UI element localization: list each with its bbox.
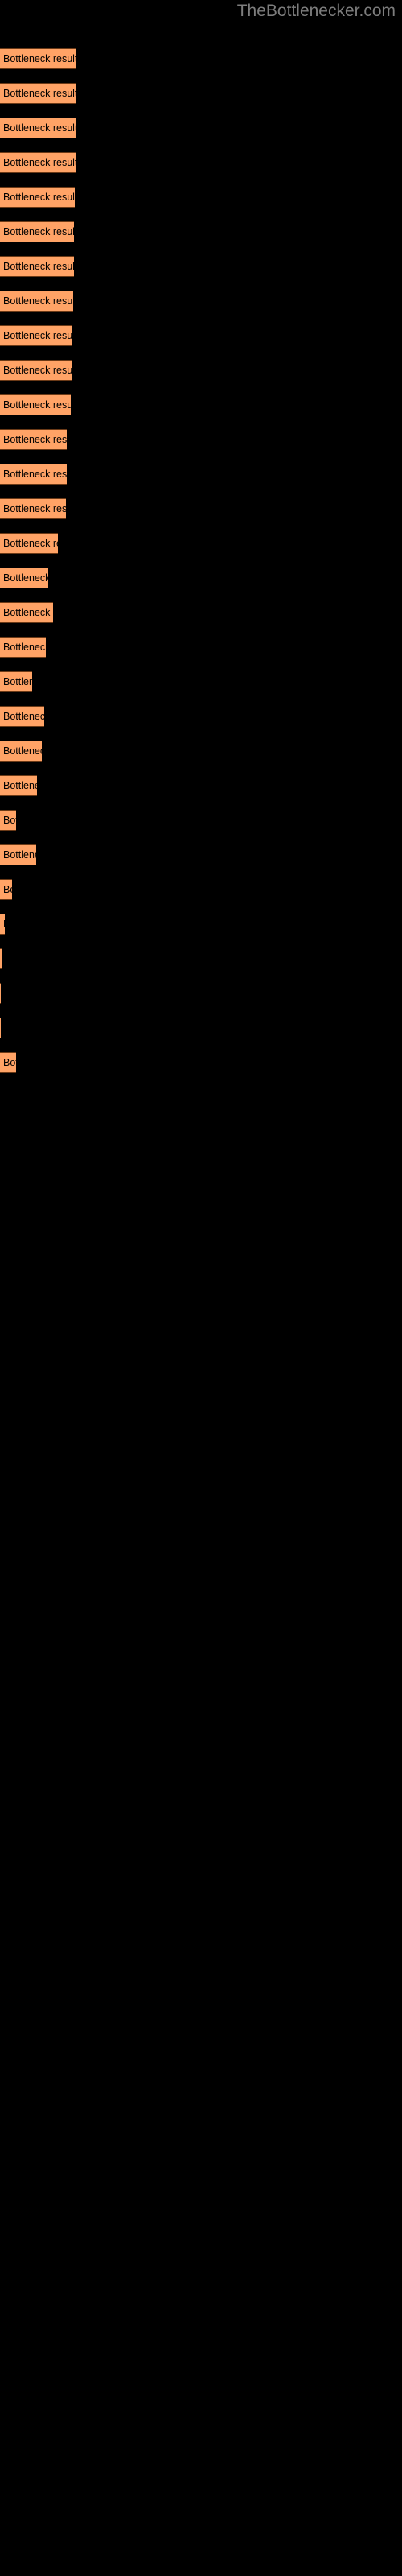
bar-bottleneck-result[interactable]: Bottleneck result xyxy=(0,844,36,865)
bar-row: Bottleneck result xyxy=(0,602,402,623)
page-root: TheBottlenecker.com Bottleneck result Bot… xyxy=(0,0,402,2576)
bar-label: Bottleneck result xyxy=(3,295,73,307)
bar-bottleneck-result[interactable]: Bottleneck result xyxy=(0,83,76,104)
bar-label: Bottleneck result xyxy=(3,914,5,934)
bar-row: Bottleneck result xyxy=(0,498,402,519)
bar-row: Bottleneck result xyxy=(0,810,402,831)
bar-row: Bottleneck result xyxy=(0,256,402,277)
bar-row: Bottleneck result xyxy=(0,1052,402,1073)
bar-label: Bottleneck result xyxy=(3,365,72,376)
bar-label: Bottleneck result xyxy=(3,330,72,341)
bar-label: Bottleneck result xyxy=(3,745,42,757)
bar-row: Bottleneck result xyxy=(0,775,402,796)
bar-row: Bottleneck result xyxy=(0,879,402,900)
bar-label: Bottleneck result xyxy=(3,884,12,895)
bar-label: Bottleneck result xyxy=(3,607,53,618)
bar-bottleneck-result[interactable]: Bottleneck result xyxy=(0,775,37,796)
bar-label: Bottleneck result xyxy=(3,572,48,584)
bar-bottleneck-result[interactable]: Bottleneck result xyxy=(0,879,12,900)
bar-bottleneck-result[interactable]: Bottleneck result xyxy=(0,325,72,346)
bar-row: Bottleneck result xyxy=(0,221,402,242)
bar-bottleneck-result[interactable]: Bottleneck result xyxy=(0,914,5,935)
bar-row: Bottleneck result xyxy=(0,118,402,138)
bar-bottleneck-result[interactable]: Bottleneck result xyxy=(0,637,46,658)
bar-row: Bottleneck result xyxy=(0,844,402,865)
bottleneck-bar-chart: Bottleneck result Bottleneck result Bottle… xyxy=(0,37,402,2576)
bar-label: Bottleneck result xyxy=(3,815,16,826)
bar-bottleneck-result[interactable]: Bottleneck result xyxy=(0,152,76,173)
bar-row: Bottleneck result xyxy=(0,429,402,450)
bar-label: Bottleneck result xyxy=(3,1057,16,1068)
bar-label: Bottleneck result xyxy=(3,261,74,272)
bar-bottleneck-result[interactable]: Bottleneck result xyxy=(0,464,67,485)
bar-bottleneck-result[interactable]: Bottleneck result xyxy=(0,429,67,450)
bar-row: Bottleneck result xyxy=(0,464,402,485)
bar-bottleneck-result[interactable]: Bottleneck result xyxy=(0,741,42,762)
bar-label: Bottleneck result xyxy=(3,676,32,687)
bar-bottleneck-result[interactable]: Bottleneck result xyxy=(0,671,32,692)
bar-bottleneck-result[interactable]: Bottleneck result xyxy=(0,1052,16,1073)
site-title: TheBottlenecker.com xyxy=(236,2,396,20)
bar-bottleneck-result[interactable]: Bottleneck result xyxy=(0,602,53,623)
bar-label: Bottleneck result xyxy=(3,53,76,64)
bar-row: Bottleneck result xyxy=(0,325,402,346)
bar-bottleneck-result[interactable]: Bottleneck result xyxy=(0,48,76,69)
bar-row: Bottleneck result xyxy=(0,48,402,69)
bar-bottleneck-result[interactable]: Bottleneck result xyxy=(0,187,75,208)
bar-bottleneck-result[interactable]: Bottleneck result xyxy=(0,394,71,415)
bar-row: Bottleneck result xyxy=(0,914,402,935)
bar-bottleneck-result[interactable]: Bottleneck result xyxy=(0,360,72,381)
bar-row: Bottleneck result xyxy=(0,671,402,692)
bar-label: Bottleneck result xyxy=(3,122,76,134)
bar-label: Bottleneck result xyxy=(3,157,76,168)
bar-label: Bottleneck result xyxy=(3,849,36,861)
bar-label: Bottleneck result xyxy=(3,434,67,445)
bar-row: Bottleneck result xyxy=(0,741,402,762)
bar-bottleneck-result[interactable]: Bottleneck result xyxy=(0,221,74,242)
bar-row: Bottleneck result xyxy=(0,983,402,1004)
bar-row: Bottleneck result xyxy=(0,568,402,588)
bar-label: Bottleneck result xyxy=(3,469,67,480)
bar-bottleneck-result[interactable]: Bottleneck result xyxy=(0,1018,1,1038)
bar-bottleneck-result[interactable]: Bottleneck result xyxy=(0,291,73,312)
bar-bottleneck-result[interactable]: Bottleneck result xyxy=(0,568,48,588)
bar-label: Bottleneck result xyxy=(3,538,58,549)
bar-label: Bottleneck result xyxy=(3,711,44,722)
bar-bottleneck-result[interactable]: Bottleneck result xyxy=(0,533,58,554)
bar-label: Bottleneck result xyxy=(3,503,66,514)
bar-bottleneck-result[interactable]: Bottleneck result xyxy=(0,948,2,969)
bar-row: Bottleneck result xyxy=(0,360,402,381)
bar-row: Bottleneck result xyxy=(0,948,402,969)
bar-label: Bottleneck result xyxy=(3,780,37,791)
bar-row: Bottleneck result xyxy=(0,1018,402,1038)
bar-label: Bottleneck result xyxy=(3,192,75,203)
bar-row: Bottleneck result xyxy=(0,637,402,658)
bar-bottleneck-result[interactable]: Bottleneck result xyxy=(0,983,1,1004)
bar-row: Bottleneck result xyxy=(0,291,402,312)
bar-bottleneck-result[interactable]: Bottleneck result xyxy=(0,118,76,138)
site-header: TheBottlenecker.com xyxy=(0,0,402,24)
bar-row: Bottleneck result xyxy=(0,706,402,727)
bar-label: Bottleneck result xyxy=(3,642,46,653)
bar-row: Bottleneck result xyxy=(0,394,402,415)
bar-row: Bottleneck result xyxy=(0,152,402,173)
bar-label: Bottleneck result xyxy=(3,226,74,237)
bar-label: Bottleneck result xyxy=(3,88,76,99)
bar-row: Bottleneck result xyxy=(0,533,402,554)
bar-bottleneck-result[interactable]: Bottleneck result xyxy=(0,810,16,831)
bar-row: Bottleneck result xyxy=(0,187,402,208)
bar-row: Bottleneck result xyxy=(0,83,402,104)
bar-label: Bottleneck result xyxy=(3,399,71,411)
bar-bottleneck-result[interactable]: Bottleneck result xyxy=(0,256,74,277)
bar-bottleneck-result[interactable]: Bottleneck result xyxy=(0,706,44,727)
bar-bottleneck-result[interactable]: Bottleneck result xyxy=(0,498,66,519)
